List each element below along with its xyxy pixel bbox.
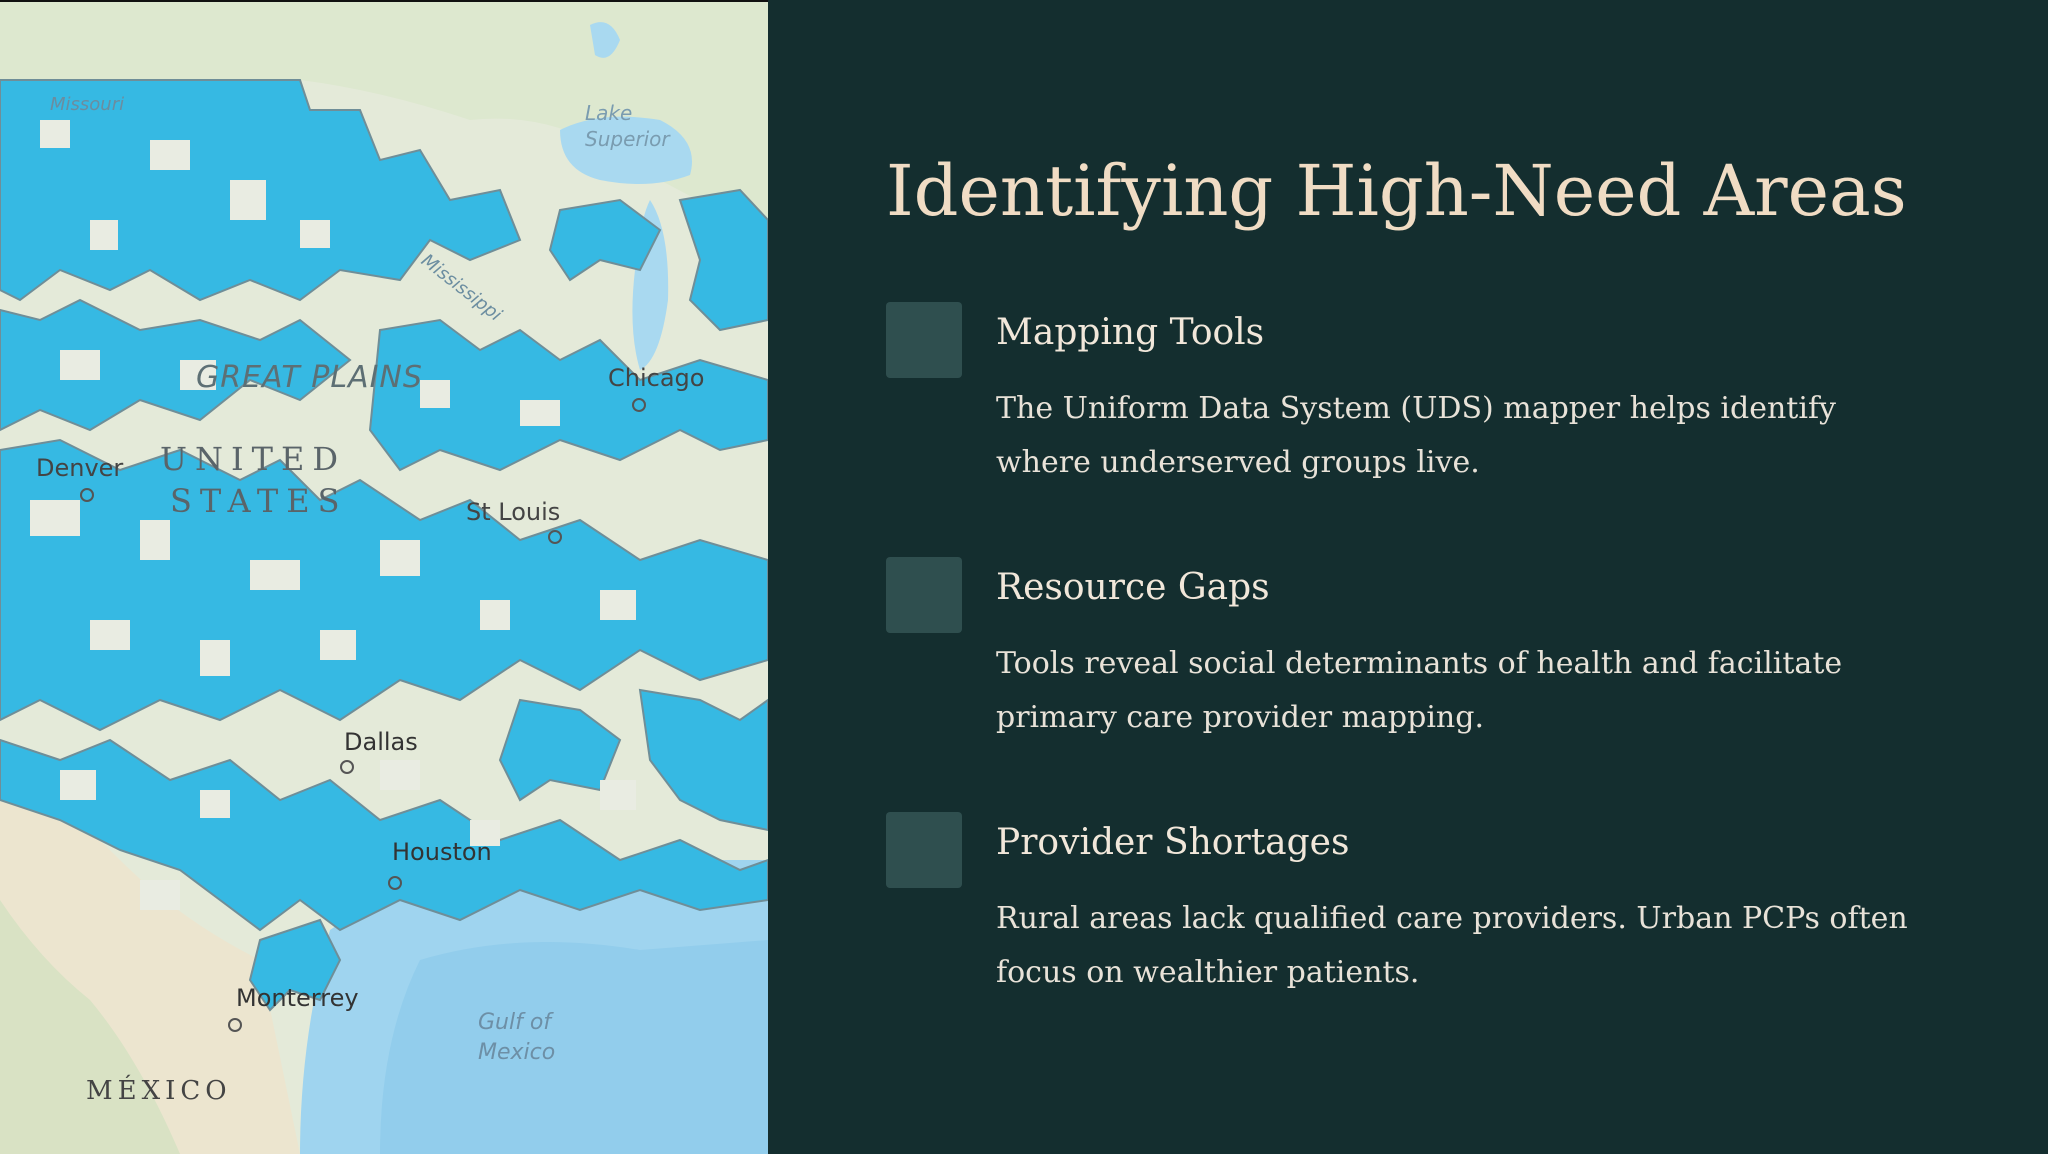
slide-title: Identifying High-Need Areas xyxy=(886,150,1907,232)
content-panel: Identifying High-Need Areas Mapping Tool… xyxy=(768,0,2048,1154)
item-description: The Uniform Data System (UDS) mapper hel… xyxy=(996,391,1836,480)
us-map-image: Lake Superior Missouri Mississippi GREAT… xyxy=(0,0,768,1154)
item-description: Rural areas lack qualified care provider… xyxy=(996,901,1908,990)
map-graphic xyxy=(0,0,768,1154)
item-title: Provider Shortages xyxy=(996,822,1350,863)
item-marker xyxy=(886,557,962,633)
slide: Lake Superior Missouri Mississippi GREAT… xyxy=(0,0,2048,1154)
item-marker xyxy=(886,302,962,378)
item-title: Mapping Tools xyxy=(996,312,1265,353)
item-marker xyxy=(886,812,962,888)
item-description: Tools reveal social determinants of heal… xyxy=(996,646,1843,735)
item-title: Resource Gaps xyxy=(996,567,1270,608)
